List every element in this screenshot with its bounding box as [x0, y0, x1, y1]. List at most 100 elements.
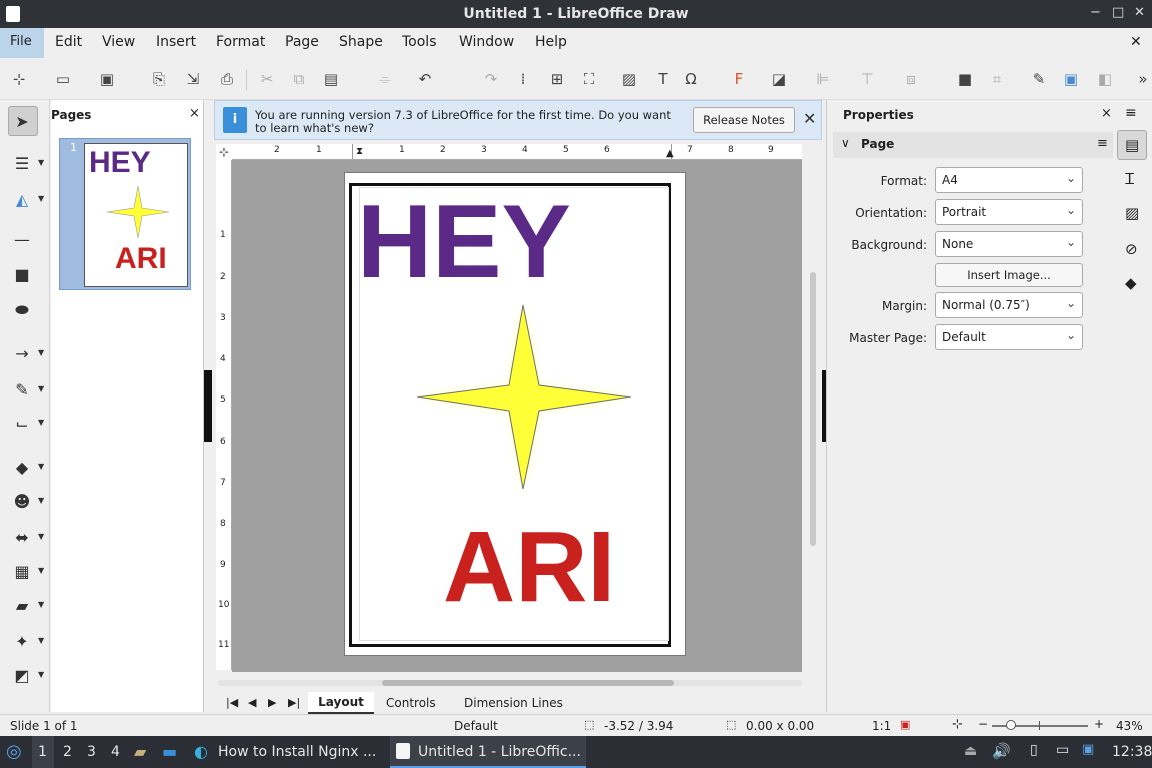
left-indent-marker-icon[interactable]: ⧗: [356, 146, 363, 157]
menu-format[interactable]: Format: [216, 34, 265, 50]
curve-icon[interactable]: ✎ ▼: [8, 380, 44, 399]
page-section-header[interactable]: ∨ Page ≡: [833, 132, 1113, 158]
shadow-icon[interactable]: ■: [956, 70, 974, 88]
menu-edit[interactable]: Edit: [55, 34, 82, 50]
tab-layout[interactable]: Layout: [308, 692, 374, 714]
format-select[interactable]: A4 ⌄: [935, 167, 1083, 193]
flowchart-icon[interactable]: ▦ ▼: [8, 562, 44, 581]
line-tool-icon[interactable]: —: [8, 230, 36, 249]
distribute-icon[interactable]: ⧈: [902, 70, 920, 88]
menu-view[interactable]: View: [102, 34, 135, 50]
print-icon[interactable]: ⎙: [218, 70, 236, 88]
export-icon[interactable]: ⎘: [150, 70, 168, 88]
helplines-icon[interactable]: ⊞: [548, 70, 566, 88]
network-icon[interactable]: ▭: [1056, 742, 1069, 758]
eject-icon[interactable]: ⏏: [964, 743, 977, 759]
navigator-deck-icon[interactable]: ⊘: [1125, 240, 1138, 258]
styles-deck-icon[interactable]: Ꮖ: [1125, 170, 1135, 188]
first-tab-icon[interactable]: |◀: [226, 696, 238, 709]
fill-color-icon[interactable]: ◭ ▼: [8, 190, 44, 209]
redo-icon[interactable]: ↷: [482, 70, 500, 88]
arrange-icon[interactable]: ⊤: [858, 70, 876, 88]
ruler-corner-icon[interactable]: ⊹: [216, 144, 232, 160]
clone-formatting-icon[interactable]: ⌯: [376, 70, 394, 88]
line-color-icon[interactable]: ✎: [1030, 70, 1048, 88]
connector-icon[interactable]: ⌙ ▼: [8, 414, 44, 433]
crop-icon[interactable]: ⌗: [988, 70, 1006, 88]
save-icon[interactable]: ▣: [98, 70, 116, 88]
hey-text-object[interactable]: HEY: [357, 187, 571, 297]
3d-objects-icon[interactable]: ◧: [1096, 70, 1114, 88]
zoom-pan-icon[interactable]: ⊹: [10, 70, 28, 88]
ellipse-icon[interactable]: ⬬: [8, 300, 36, 320]
clipboard-icon[interactable]: ▯: [1030, 742, 1038, 758]
special-character-icon[interactable]: Ω: [682, 70, 700, 88]
insert-image-icon[interactable]: ▨: [620, 70, 638, 88]
drawing-workspace[interactable]: HEY ARI: [232, 160, 802, 672]
zoom-slider-handle[interactable]: [1006, 720, 1016, 730]
select-icon[interactable]: ➤: [8, 112, 36, 131]
open-icon[interactable]: ▭: [54, 70, 72, 88]
fontwork-icon[interactable]: F: [730, 70, 748, 88]
symbol-shapes-icon[interactable]: ☻ ▼: [8, 492, 45, 511]
page-thumbnail[interactable]: 1 HEY ARI: [59, 138, 191, 290]
vertical-ruler[interactable]: 1 2 3 4 5 6 7 8 9 10 11: [216, 160, 232, 670]
workspace-4[interactable]: 4: [111, 744, 120, 760]
align-icon[interactable]: ⊫: [814, 70, 832, 88]
task-browser[interactable]: ◐ How to Install Nginx ...: [190, 736, 386, 768]
notification-icon[interactable]: ▣: [1082, 742, 1094, 757]
horizontal-scrollbar-thumb[interactable]: [382, 680, 674, 686]
properties-close-icon[interactable]: ×: [1101, 106, 1112, 121]
rectangle-icon[interactable]: ■: [8, 265, 36, 284]
zoom-in-button[interactable]: +: [1094, 717, 1104, 731]
insert-image-button[interactable]: Insert Image...: [935, 263, 1083, 287]
menu-window[interactable]: Window: [459, 34, 514, 50]
vertical-scrollbar[interactable]: [806, 160, 820, 670]
close-document-icon[interactable]: ✕: [1130, 34, 1142, 50]
paste-icon[interactable]: ▤: [322, 70, 340, 88]
basic-shapes-icon[interactable]: ◆ ▼: [8, 458, 44, 477]
pages-panel-close-icon[interactable]: ×: [189, 106, 200, 121]
line-color-tool-icon[interactable]: ☰ ▼: [8, 154, 44, 173]
grid-icon[interactable]: ⁞: [514, 70, 532, 88]
menu-file[interactable]: File: [0, 28, 44, 58]
drawing-page[interactable]: HEY ARI: [344, 172, 686, 656]
copy-icon[interactable]: ⧉: [290, 70, 308, 88]
next-tab-icon[interactable]: ▶: [268, 696, 276, 709]
volume-icon[interactable]: 🔊: [992, 742, 1011, 760]
last-tab-icon[interactable]: ▶|: [288, 696, 300, 709]
horizontal-scrollbar[interactable]: [218, 676, 802, 690]
close-window-button[interactable]: ✕: [1134, 5, 1145, 20]
gallery-deck-icon[interactable]: ▨: [1125, 204, 1139, 222]
vertical-scrollbar-thumb[interactable]: [810, 272, 816, 546]
minimize-button[interactable]: −: [1090, 5, 1101, 20]
lines-arrows-icon[interactable]: → ▼: [8, 344, 44, 363]
start-menu-icon[interactable]: ◎: [6, 741, 22, 762]
release-notes-button[interactable]: Release Notes: [693, 107, 795, 133]
prev-tab-icon[interactable]: ◀: [248, 696, 256, 709]
orientation-select[interactable]: Portrait ⌄: [935, 199, 1083, 225]
sidebar-menu-icon[interactable]: ≡: [1125, 105, 1137, 121]
document-modified-icon[interactable]: ▣: [900, 718, 910, 731]
file-manager-icon[interactable]: ▰: [134, 742, 146, 761]
margin-select[interactable]: Normal (0.75″) ⌄: [935, 292, 1083, 318]
tab-controls[interactable]: Controls: [386, 696, 436, 710]
zoom-page-icon[interactable]: ⛶: [580, 70, 598, 88]
area-icon[interactable]: ▣: [1062, 70, 1080, 88]
workspace-1[interactable]: 1: [38, 744, 47, 760]
shapes-deck-icon[interactable]: ◆: [1125, 274, 1137, 292]
menu-help[interactable]: Help: [535, 34, 567, 50]
task-libreoffice[interactable]: Untitled 1 - LibreOffic...: [390, 736, 586, 768]
workspace-3[interactable]: 3: [87, 744, 96, 760]
toolbar-overflow-icon[interactable]: »: [1134, 70, 1152, 88]
menu-tools[interactable]: Tools: [402, 34, 437, 50]
undo-icon[interactable]: ↶: [416, 70, 434, 88]
menu-shape[interactable]: Shape: [339, 34, 383, 50]
master-page-select[interactable]: Default ⌄: [935, 324, 1083, 350]
callouts-icon[interactable]: ▰ ▼: [8, 596, 44, 615]
menu-page[interactable]: Page: [285, 34, 319, 50]
menu-insert[interactable]: Insert: [156, 34, 196, 50]
left-panel-collapse-handle[interactable]: [204, 370, 212, 442]
fit-page-icon[interactable]: ⊹: [952, 717, 963, 732]
horizontal-ruler[interactable]: 2 1 1 2 3 4 5 6 7 8 9 ⧗ ▲: [232, 144, 802, 160]
